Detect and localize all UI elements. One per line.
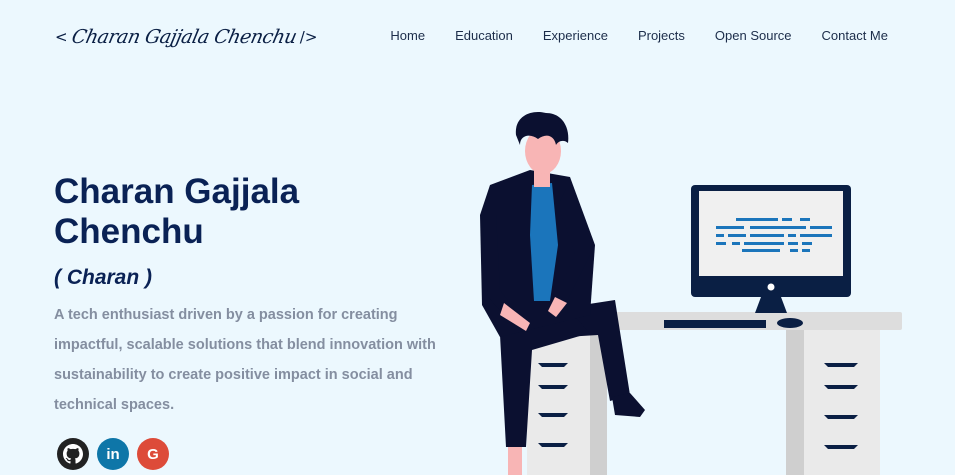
nav-education[interactable]: Education	[455, 26, 513, 46]
person-back-shoe	[612, 393, 645, 417]
site-logo[interactable]: < Charan Gajjala Chenchu />	[55, 22, 317, 52]
nav-projects[interactable]: Projects	[638, 26, 685, 46]
nav-contact-me[interactable]: Contact Me	[822, 26, 888, 46]
nav-home[interactable]: Home	[390, 26, 425, 46]
hero-name: Charan Gajjala Chenchu	[54, 172, 300, 251]
drawer-handle	[824, 385, 858, 389]
developer-desk-illustration	[480, 111, 902, 475]
logo-close-bracket: />	[299, 28, 318, 46]
monitor-power-dot	[767, 283, 775, 291]
monitor-screen	[699, 191, 843, 276]
linkedin-link[interactable]: in	[97, 438, 129, 470]
keyboard	[664, 320, 766, 328]
drawer-handle	[538, 363, 568, 367]
social-links: in G	[57, 438, 169, 470]
desk-right-cabinet-side	[786, 330, 804, 475]
page: < Charan Gajjala Chenchu /> Home Educati…	[0, 0, 955, 475]
drawer-handle	[538, 443, 568, 447]
nav-experience[interactable]: Experience	[543, 26, 608, 46]
logo-name: Charan Gajjala Chenchu	[69, 26, 299, 48]
main-nav: Home Education Experience Projects Open …	[360, 26, 888, 46]
google-icon: G	[147, 445, 159, 463]
monitor-stand	[755, 297, 787, 313]
drawer-handle	[538, 385, 568, 389]
hero-description: A tech enthusiast driven by a passion fo…	[54, 307, 436, 413]
drawer-handle	[824, 363, 858, 367]
drawer-handle	[824, 415, 858, 419]
google-link[interactable]: G	[137, 438, 169, 470]
nav-open-source[interactable]: Open Source	[715, 26, 792, 46]
mouse	[777, 318, 803, 328]
drawer-handle	[824, 445, 858, 449]
github-link[interactable]	[57, 438, 89, 470]
drawer-handle	[538, 413, 568, 417]
github-icon	[63, 444, 83, 464]
logo-open-bracket: <	[55, 28, 68, 46]
linkedin-icon: in	[106, 445, 120, 463]
person-ankle	[508, 447, 522, 475]
hero-nickname: ( Charan )	[54, 266, 153, 289]
